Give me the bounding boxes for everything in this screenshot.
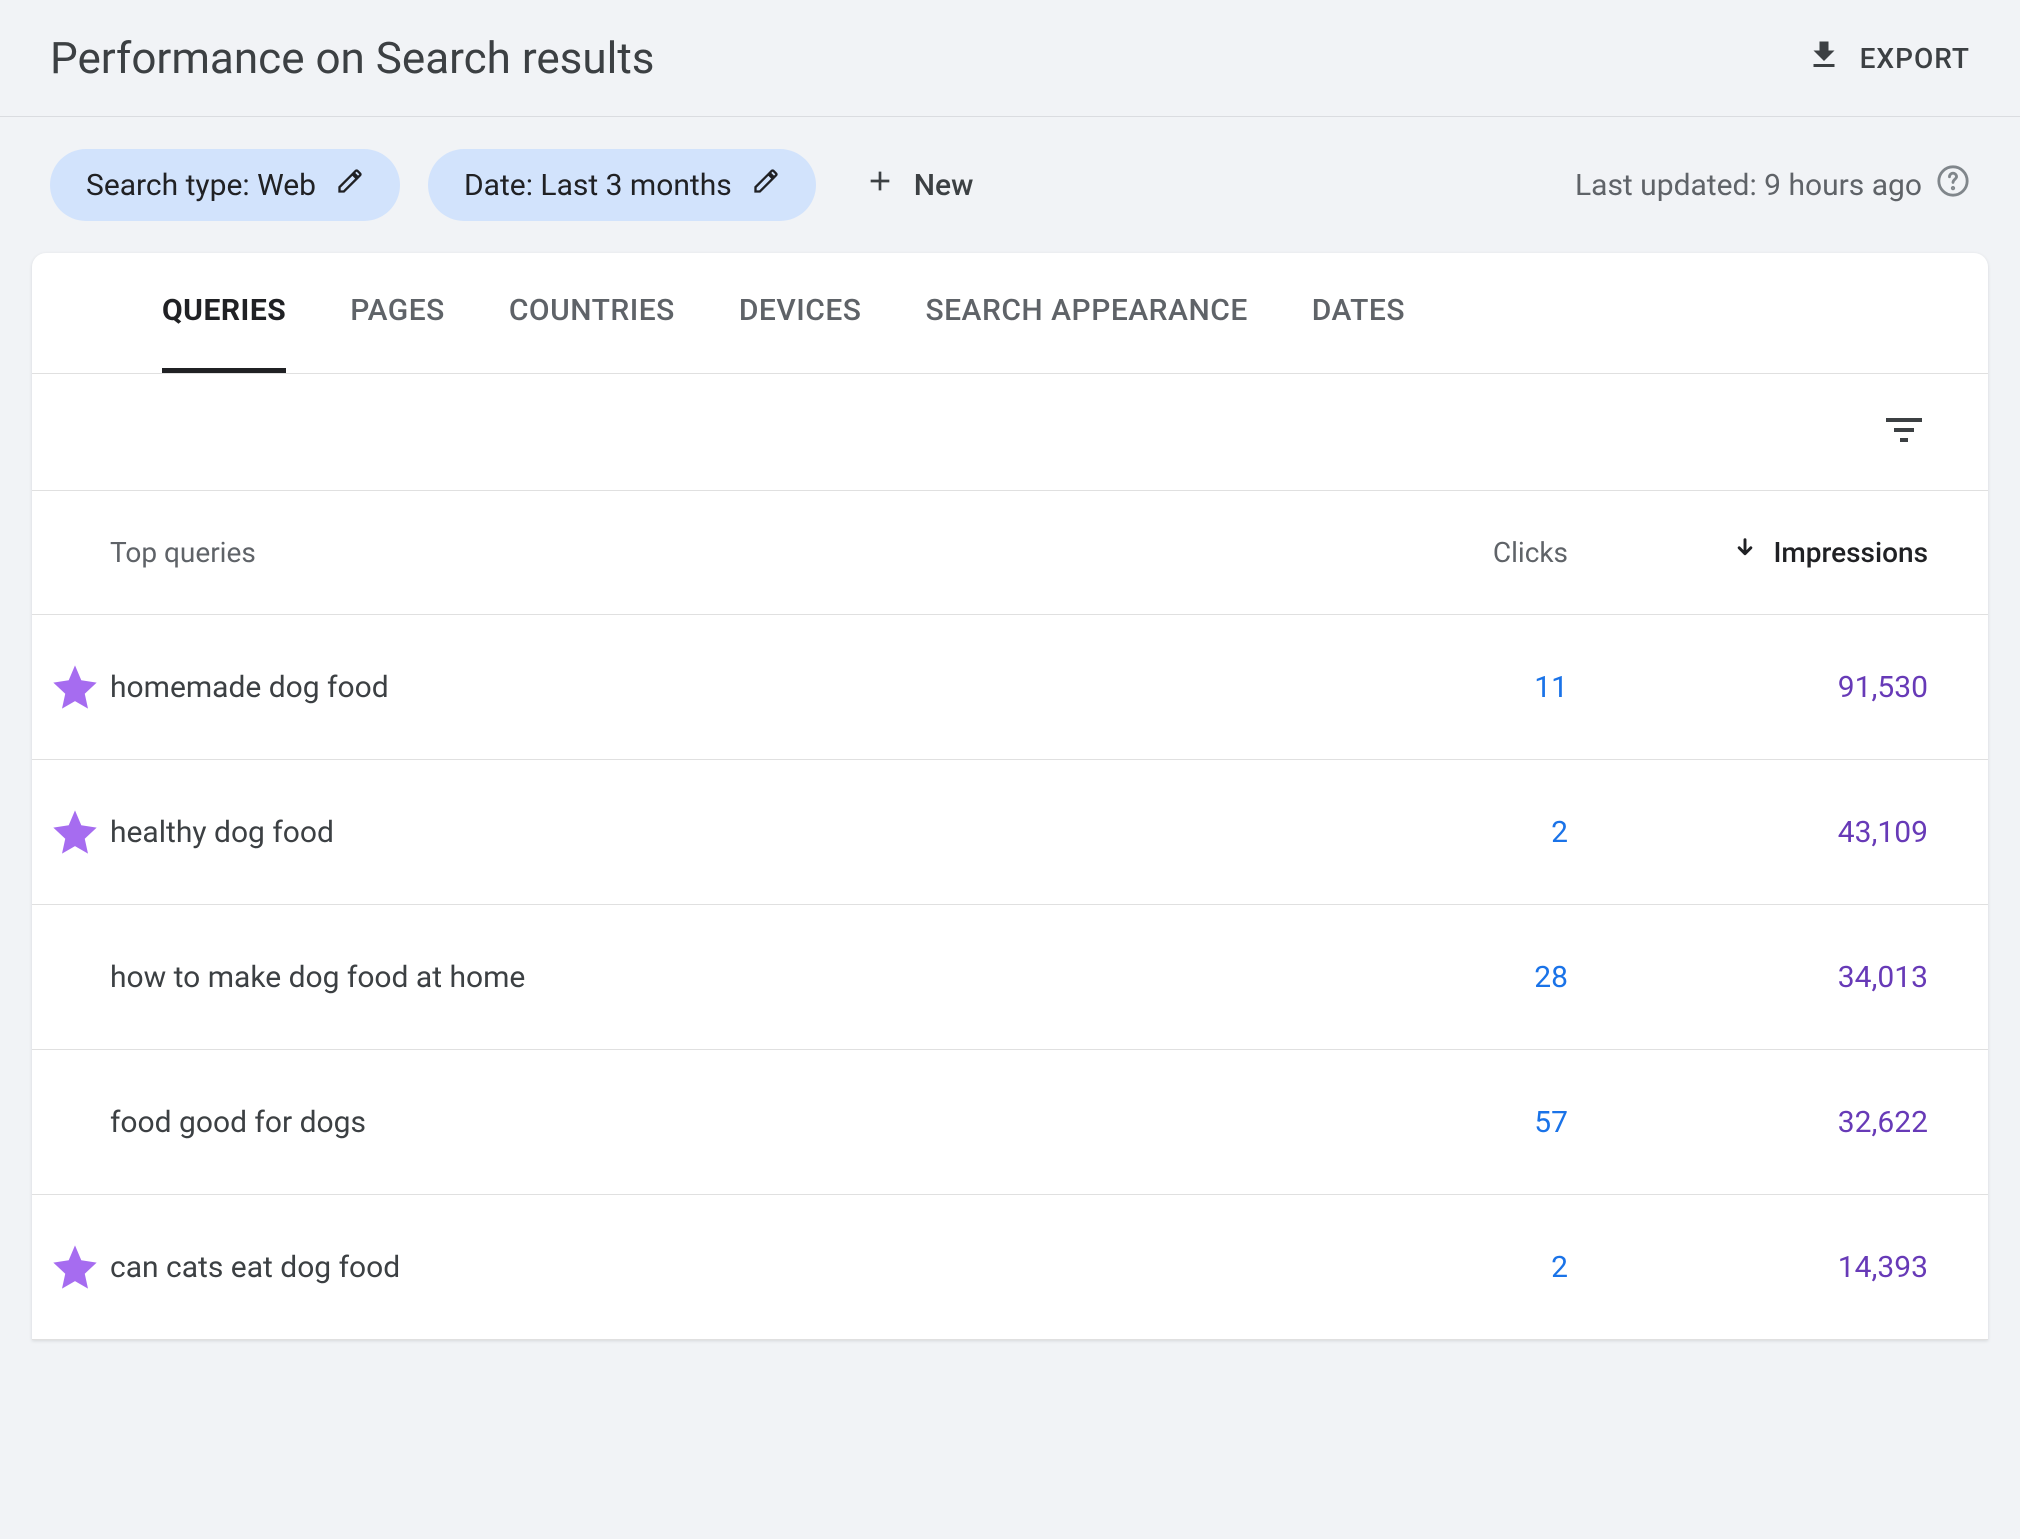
results-card: QUERIES PAGES COUNTRIES DEVICES SEARCH A… xyxy=(32,253,1988,1340)
edit-icon xyxy=(752,167,780,203)
date-chip[interactable]: Date: Last 3 months xyxy=(428,149,816,221)
star-cell xyxy=(40,1096,110,1148)
query-text: food good for dogs xyxy=(110,1105,1248,1140)
query-text: how to make dog food at home xyxy=(110,960,1248,995)
page-header: Performance on Search results EXPORT xyxy=(0,0,2020,116)
sort-down-icon xyxy=(1731,535,1759,570)
help-icon[interactable] xyxy=(1936,164,1970,206)
export-label: EXPORT xyxy=(1860,42,1970,75)
tab-search-appearance[interactable]: SEARCH APPEARANCE xyxy=(925,293,1247,373)
star-icon xyxy=(49,806,101,858)
plus-icon xyxy=(864,165,896,205)
star-cell xyxy=(40,1241,110,1293)
impressions-label: Impressions xyxy=(1773,536,1928,569)
tab-countries[interactable]: COUNTRIES xyxy=(509,293,675,373)
clicks-value: 57 xyxy=(1248,1105,1568,1140)
tab-pages[interactable]: PAGES xyxy=(350,293,445,373)
tab-queries[interactable]: QUERIES xyxy=(162,293,286,373)
tab-devices[interactable]: DEVICES xyxy=(739,293,862,373)
last-updated-text: Last updated: 9 hours ago xyxy=(1575,168,1922,203)
star-cell xyxy=(40,806,110,858)
impressions-value: 34,013 xyxy=(1568,960,1928,995)
search-type-label: Search type: Web xyxy=(86,168,316,203)
new-label: New xyxy=(914,168,974,203)
query-text: can cats eat dog food xyxy=(110,1250,1248,1285)
query-text: homemade dog food xyxy=(110,670,1248,705)
col-header-impressions[interactable]: Impressions xyxy=(1568,535,1928,570)
last-updated: Last updated: 9 hours ago xyxy=(1575,164,1970,206)
table-row[interactable]: how to make dog food at home2834,013 xyxy=(32,905,1988,1050)
star-cell xyxy=(40,661,110,713)
table-row[interactable]: homemade dog food1191,530 xyxy=(32,615,1988,760)
query-text: healthy dog food xyxy=(110,815,1248,850)
table-filter-row xyxy=(32,374,1988,490)
table-row[interactable]: can cats eat dog food214,393 xyxy=(32,1195,1988,1340)
table-row[interactable]: healthy dog food243,109 xyxy=(32,760,1988,905)
impressions-value: 14,393 xyxy=(1568,1250,1928,1285)
col-header-queries[interactable]: Top queries xyxy=(110,536,1248,569)
impressions-value: 91,530 xyxy=(1568,670,1928,705)
impressions-value: 32,622 xyxy=(1568,1105,1928,1140)
date-label: Date: Last 3 months xyxy=(464,168,732,203)
filter-list-icon[interactable] xyxy=(1880,406,1928,458)
clicks-value: 2 xyxy=(1248,815,1568,850)
tab-dates[interactable]: DATES xyxy=(1312,293,1405,373)
table-row[interactable]: food good for dogs5732,622 xyxy=(32,1050,1988,1195)
search-type-chip[interactable]: Search type: Web xyxy=(50,149,400,221)
download-icon xyxy=(1806,37,1842,80)
export-button[interactable]: EXPORT xyxy=(1806,37,1970,80)
star-icon xyxy=(49,661,101,713)
col-header-clicks[interactable]: Clicks xyxy=(1248,536,1568,569)
clicks-value: 11 xyxy=(1248,670,1568,705)
add-filter-button[interactable]: New xyxy=(844,165,994,205)
table-body: homemade dog food1191,530healthy dog foo… xyxy=(32,615,1988,1340)
page-title: Performance on Search results xyxy=(50,32,654,84)
filter-bar: Search type: Web Date: Last 3 months New… xyxy=(0,117,2020,253)
tabs-bar: QUERIES PAGES COUNTRIES DEVICES SEARCH A… xyxy=(32,253,1988,374)
star-icon xyxy=(49,1241,101,1293)
star-cell xyxy=(40,951,110,1003)
clicks-value: 2 xyxy=(1248,1250,1568,1285)
table-header: Top queries Clicks Impressions xyxy=(32,490,1988,615)
clicks-value: 28 xyxy=(1248,960,1568,995)
edit-icon xyxy=(336,167,364,203)
impressions-value: 43,109 xyxy=(1568,815,1928,850)
